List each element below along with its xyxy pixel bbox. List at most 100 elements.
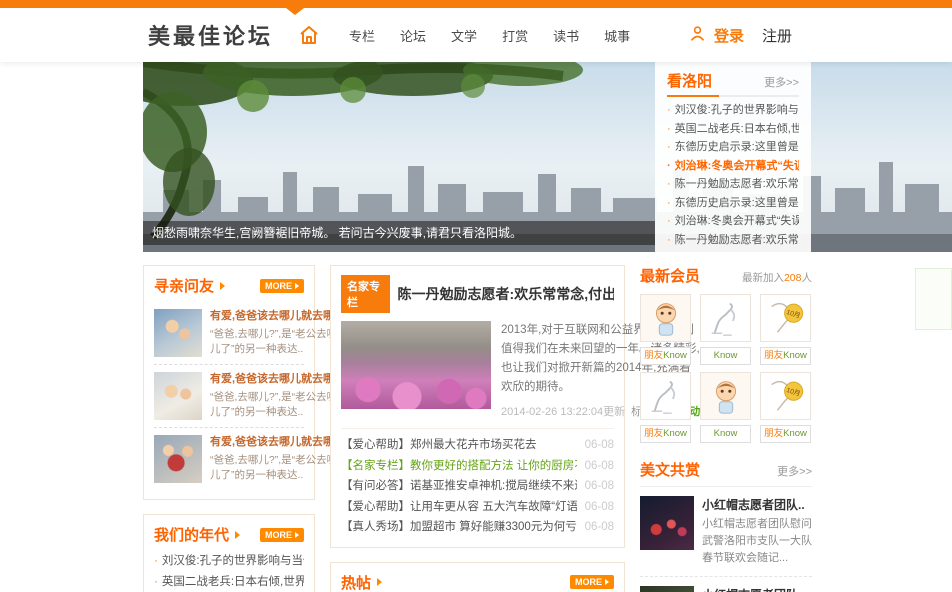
login-link[interactable]: 登录	[714, 25, 744, 46]
featured-badge: 名家专栏	[341, 275, 390, 313]
friend-post-item[interactable]: 有爱,爸爸该去哪儿就去哪..“爸爸,去哪儿?”,是“老公去哪儿了”的另一种表达.…	[154, 365, 304, 428]
top-accent-bar	[0, 0, 952, 8]
avatar-baby-icon[interactable]	[700, 372, 751, 420]
bullet-icon: ·	[154, 555, 158, 567]
friend-post-item[interactable]: 有爱,爸爸该去哪儿就去哪..“爸爸,去哪儿?”,是“老公去哪儿了”的另一种表达.…	[154, 428, 304, 490]
avatar-month-badge-icon[interactable]: 10月	[760, 294, 811, 342]
hot-posts-section: 热帖 MORE 陈一丹勉励志愿者:欢乐常常念... 2013年,对于互联网和公益…	[330, 562, 625, 592]
new-members-section: 最新会员 最新加入208人 朋友Know Know	[640, 265, 812, 443]
avatar-skater-icon[interactable]	[640, 372, 691, 420]
avatar-month-badge-icon[interactable]: 10月	[760, 372, 811, 420]
chevron-right-icon	[220, 282, 225, 290]
more-arrow-icon	[605, 579, 609, 585]
hot-posts-more-button[interactable]: MORE	[570, 575, 614, 589]
list-item[interactable]: ·英国二战老兵:日本右倾,世界不能..	[667, 120, 799, 139]
list-item[interactable]: ·刘治琳:冬奥会开幕式“失误”给人..	[667, 212, 799, 231]
our-era-section: 我们的年代 MORE ·刘汉俊:孔子的世界影响与当代价值... ·英国二战老兵:…	[143, 514, 315, 592]
nav-item-city[interactable]: 城事	[604, 26, 630, 45]
essay-thumbnail	[640, 496, 694, 550]
post-thumbnail	[154, 309, 202, 357]
home-icon[interactable]	[297, 23, 321, 47]
essays-section: 美文共赏 更多>> 小红帽志愿者团队..小红帽志愿者团队慰问武警洛阳市支队一大队…	[640, 459, 812, 592]
list-item[interactable]: ·陈一丹勉励志愿者:欢乐常常念,付..	[667, 231, 799, 250]
nav-item-forum[interactable]: 论坛	[400, 26, 426, 45]
avatar-baby-icon[interactable]	[640, 294, 691, 342]
our-era-list: ·刘汉俊:孔子的世界影响与当代价值... ·英国二战老兵:日本右倾,世界不能..…	[154, 551, 304, 592]
hero-caption: 烟愁雨啸奈华生,宫阙簪裾旧帝城。 若问古今兴废事,请君只看洛阳城。	[143, 221, 655, 245]
main-content: 寻亲问友 MORE 有爱,爸爸该去哪儿就去哪..“爸爸,去哪儿?”,是“老公去哪…	[143, 265, 812, 592]
main-nav: 专栏 论坛 文学 打赏 读书 城事	[349, 26, 630, 45]
nav-item-literature[interactable]: 文学	[451, 26, 477, 45]
more-arrow-icon	[295, 532, 299, 538]
members-grid: 朋友Know Know 10月 朋友Know	[640, 294, 812, 443]
list-item[interactable]: ·刘汉俊:孔子的世界影响与当代价值...	[154, 551, 304, 572]
chevron-right-icon	[377, 578, 382, 586]
nav-item-reading[interactable]: 读书	[553, 26, 579, 45]
list-item-highlighted[interactable]: ·刘治琳:冬奥会开幕式“失误”给人..	[667, 157, 799, 176]
right-column: 最新会员 最新加入208人 朋友Know Know	[640, 265, 812, 592]
essay-item[interactable]: 小红帽志愿者团队..小红帽志愿者团队慰问武警洛阳市支队一大队...	[640, 577, 812, 592]
know-button[interactable]: 朋友Know	[760, 347, 811, 365]
nav-item-columns[interactable]: 专栏	[349, 26, 375, 45]
member-cell: Know	[700, 372, 751, 443]
list-item-highlighted[interactable]: 【名家专栏】教你更好的搭配方法 让你的厨房不再..06-08	[341, 456, 614, 477]
know-button[interactable]: 朋友Know	[760, 425, 811, 443]
look-luoyang-title: 看洛阳	[667, 70, 712, 91]
nav-item-reward[interactable]: 打赏	[502, 26, 528, 45]
essays-title: 美文共赏	[640, 459, 700, 480]
new-members-title: 最新会员	[640, 265, 700, 286]
list-item[interactable]: ·东德历史启示录:这里曾是腐败乐园	[667, 138, 799, 157]
find-friends-title: 寻亲问友	[154, 275, 214, 296]
floating-side-widget[interactable]	[915, 268, 952, 330]
featured-list: 【爱心帮助】郑州最大花卉市场买花去06-08 【名家专栏】教你更好的搭配方法 让…	[341, 428, 614, 538]
member-cell: 朋友Know	[640, 372, 691, 443]
look-luoyang-list: ·刘汉俊:孔子的世界影响与当代价值 ·英国二战老兵:日本右倾,世界不能.. ·东…	[667, 101, 799, 249]
know-button[interactable]: Know	[700, 425, 751, 443]
list-item[interactable]: ·英国二战老兵:日本右倾,世界不能...	[154, 572, 304, 592]
article-image	[341, 321, 491, 409]
user-icon	[689, 25, 706, 46]
middle-column: 名家专栏 陈一丹勉励志愿者:欢乐常常念,付出不遗憾 2013年,对于互联网和公益…	[330, 265, 625, 592]
featured-article[interactable]: 2013年,对于互联网和公益界,都是特别值得我们在未来回望的一年。诸多精彩,也让…	[341, 321, 614, 419]
site-header: 美最佳论坛 专栏 论坛 文学 打赏 读书 城事 登录 注册	[0, 8, 952, 62]
list-item[interactable]: 【真人秀场】加盟超市 算好能赚3300元为何亏了五..06-08	[341, 517, 614, 538]
more-arrow-icon	[295, 283, 299, 289]
essays-more-link[interactable]: 更多>>	[777, 463, 812, 479]
left-column: 寻亲问友 MORE 有爱,爸爸该去哪儿就去哪..“爸爸,去哪儿?”,是“老公去哪…	[143, 265, 315, 592]
avatar-skater-icon[interactable]	[700, 294, 751, 342]
site-logo[interactable]: 美最佳论坛	[148, 19, 273, 51]
list-item[interactable]: 【爱心帮助】郑州最大花卉市场买花去06-08	[341, 435, 614, 456]
look-luoyang-more-link[interactable]: 更多>>	[764, 74, 799, 90]
bullet-icon: ·	[667, 160, 671, 172]
member-cell: Know	[700, 294, 751, 365]
member-cell: 10月 朋友Know	[760, 372, 811, 443]
hero-banner: 烟愁雨啸奈华生,宫阙簪裾旧帝城。 若问古今兴废事,请君只看洛阳城。 看洛阳 更多…	[143, 62, 952, 252]
bullet-icon: ·	[667, 197, 671, 209]
member-cell: 10月 朋友Know	[760, 294, 811, 365]
featured-section: 名家专栏 陈一丹勉励志愿者:欢乐常常念,付出不遗憾 2013年,对于互联网和公益…	[330, 265, 625, 548]
post-thumbnail	[154, 372, 202, 420]
featured-article-title[interactable]: 陈一丹勉励志愿者:欢乐常常念,付出不遗憾	[398, 284, 614, 304]
bullet-icon: ·	[667, 234, 671, 246]
list-item[interactable]: ·陈一丹勉励志愿者:欢乐常常念,付..	[667, 175, 799, 194]
list-item[interactable]: 【有问必答】诺基亚推安卓神机:搅局继续不来迟06-08	[341, 476, 614, 497]
know-button[interactable]: Know	[700, 347, 751, 365]
find-friends-more-button[interactable]: MORE	[260, 279, 304, 293]
friend-post-item[interactable]: 有爱,爸爸该去哪儿就去哪..“爸爸,去哪儿?”,是“老公去哪儿了”的另一种表达.…	[154, 302, 304, 365]
list-item[interactable]: 【爱心帮助】让用车更从容 五大汽车故障“灯语”06-08	[341, 497, 614, 518]
know-button[interactable]: 朋友Know	[640, 347, 691, 365]
our-era-more-button[interactable]: MORE	[260, 528, 304, 542]
chevron-right-icon	[235, 531, 240, 539]
post-thumbnail	[154, 435, 202, 483]
nav-notch	[286, 8, 304, 15]
essay-item[interactable]: 小红帽志愿者团队..小红帽志愿者团队慰问武警洛阳市支队一大队春节联欢会随记...	[640, 487, 812, 577]
know-button[interactable]: 朋友Know	[640, 425, 691, 443]
register-link[interactable]: 注册	[762, 25, 792, 46]
list-item[interactable]: ·东德历史启示录:这里曾是腐败乐园	[667, 194, 799, 213]
our-era-title: 我们的年代	[154, 524, 229, 545]
bullet-icon: ·	[667, 178, 671, 190]
list-item[interactable]: ·刘汉俊:孔子的世界影响与当代价值	[667, 101, 799, 120]
bullet-icon: ·	[154, 576, 158, 588]
join-count: 最新加入208人	[742, 270, 812, 285]
bullet-icon: ·	[667, 123, 671, 135]
